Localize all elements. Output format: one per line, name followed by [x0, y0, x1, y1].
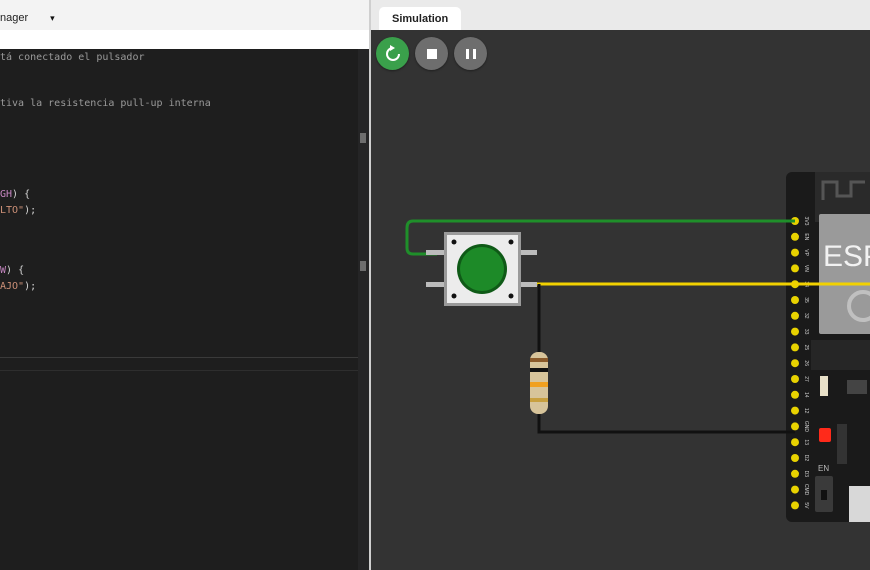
smd-component [847, 380, 867, 394]
simulation-canvas[interactable]: ESP EN 3V3ENVPVN343532332526271412GND13D… [371, 0, 870, 570]
button-screw [451, 239, 457, 245]
en-button-cap [821, 490, 827, 500]
esp-module-shield [819, 214, 870, 334]
scrollbar-marker [360, 261, 366, 271]
esp32-pin[interactable] [791, 248, 799, 257]
scrollbar-marker [360, 133, 366, 143]
library-manager-tab-label: nager [0, 12, 29, 24]
resistor-band [530, 368, 548, 372]
code-line: tá conectado el pulsador [0, 52, 145, 64]
code-editor-panel: nager ▾ tá conectado el pulsador tiva la … [0, 0, 370, 570]
code-line: tiva la resistencia pull-up interna [0, 98, 211, 110]
resistor-band [530, 398, 548, 402]
esp32-pin[interactable] [791, 296, 799, 304]
resistor[interactable] [530, 352, 548, 414]
esp32-pin[interactable] [791, 327, 799, 336]
esp32-pin-label: 26 [803, 360, 809, 366]
esp32-pin-label: 12 [803, 408, 809, 414]
code-token: ) { [6, 265, 25, 276]
esp32-pin-label: D2 [803, 455, 809, 462]
code-token: ); [24, 281, 37, 292]
restart-icon [385, 44, 400, 61]
code-token: tiva la resistencia pull-up interna [0, 98, 211, 109]
en-label: EN [818, 464, 829, 473]
esp32-pin[interactable] [791, 422, 799, 431]
restart-button[interactable] [376, 37, 409, 70]
esp32-pin-label: 33 [803, 329, 809, 335]
chevron-down-icon[interactable]: ▾ [50, 13, 55, 24]
simulation-panel: Simulation ESP EN 3V3ENVPVN3435323325262… [371, 0, 870, 570]
code-editor[interactable]: tá conectado el pulsador tiva la resisten… [0, 49, 358, 570]
editor-divider [0, 370, 358, 371]
esp32-pin[interactable] [791, 485, 799, 494]
button-screw [508, 239, 514, 245]
esp32-pin[interactable] [791, 232, 799, 241]
code-token: AJO" [0, 281, 25, 292]
editor-divider [0, 357, 358, 358]
pushbutton[interactable] [426, 232, 537, 306]
pause-button[interactable] [454, 37, 487, 70]
wire-resistor-to-gnd[interactable] [537, 414, 795, 434]
esp32-pin-label: GND [803, 421, 809, 433]
code-line: GH) { [0, 189, 30, 201]
chip-text: ESP [823, 240, 870, 273]
code-token: tá conectado el pulsador [0, 52, 145, 63]
code-token: GH [0, 189, 13, 200]
stop-icon [426, 48, 437, 59]
esp32-board[interactable]: ESP EN 3V3ENVPVN343532332526271412GND13D… [786, 172, 870, 522]
esp32-pin[interactable] [791, 390, 799, 399]
code-token: LTO" [0, 205, 25, 216]
code-line: AJO"); [0, 281, 36, 293]
editor-scrollbar[interactable] [358, 49, 369, 570]
esp32-pin-label: 32 [803, 313, 809, 319]
usb-port [849, 486, 870, 522]
esp32-pin-label: VN [803, 265, 809, 272]
esp32-pin-label: D3 [803, 471, 809, 478]
esp32-pin[interactable] [791, 343, 799, 352]
resistor-band [530, 382, 548, 387]
code-token: ) { [12, 189, 31, 200]
smd-component [820, 376, 828, 396]
esp32-pin-label: 25 [803, 345, 809, 351]
esp32-pin[interactable] [791, 454, 799, 462]
power-led [819, 428, 831, 442]
esp32-pin-label: 13 [803, 439, 809, 445]
esp32-pin-label: 35 [803, 297, 809, 303]
esp32-pin-label: VP [803, 249, 809, 256]
esp32-pin-label: 27 [803, 376, 809, 382]
esp32-pin[interactable] [791, 438, 799, 447]
stop-button[interactable] [415, 37, 448, 70]
smd-component [837, 424, 847, 464]
code-line: W) { [0, 265, 24, 277]
esp32-pin-label: 3V3 [803, 217, 809, 226]
esp32-pin[interactable] [791, 264, 799, 273]
editor-toolbar: nager ▾ [0, 0, 370, 31]
esp32-pin[interactable] [791, 501, 799, 510]
pause-icon [465, 48, 476, 59]
esp32-pin[interactable] [791, 469, 799, 478]
esp32-pin[interactable] [791, 375, 799, 383]
esp32-pin[interactable] [791, 359, 799, 368]
resistor-band [530, 358, 548, 362]
editor-header-strip [0, 30, 370, 50]
esp32-pin[interactable] [791, 311, 799, 320]
esp32-pin[interactable] [791, 406, 799, 415]
library-manager-tab[interactable]: nager ▾ [0, 6, 55, 30]
button-cap[interactable] [460, 247, 504, 291]
code-token: ); [24, 205, 37, 216]
esp32-pin-label: 5V [803, 502, 809, 509]
esp32-pin-label: EN [803, 233, 809, 240]
esp32-pin-label: CMD [803, 484, 809, 496]
esp32-pin-label: 14 [803, 392, 809, 398]
code-line: LTO"); [0, 205, 36, 217]
board-components [811, 340, 870, 370]
button-screw [508, 293, 514, 299]
button-screw [451, 293, 457, 299]
